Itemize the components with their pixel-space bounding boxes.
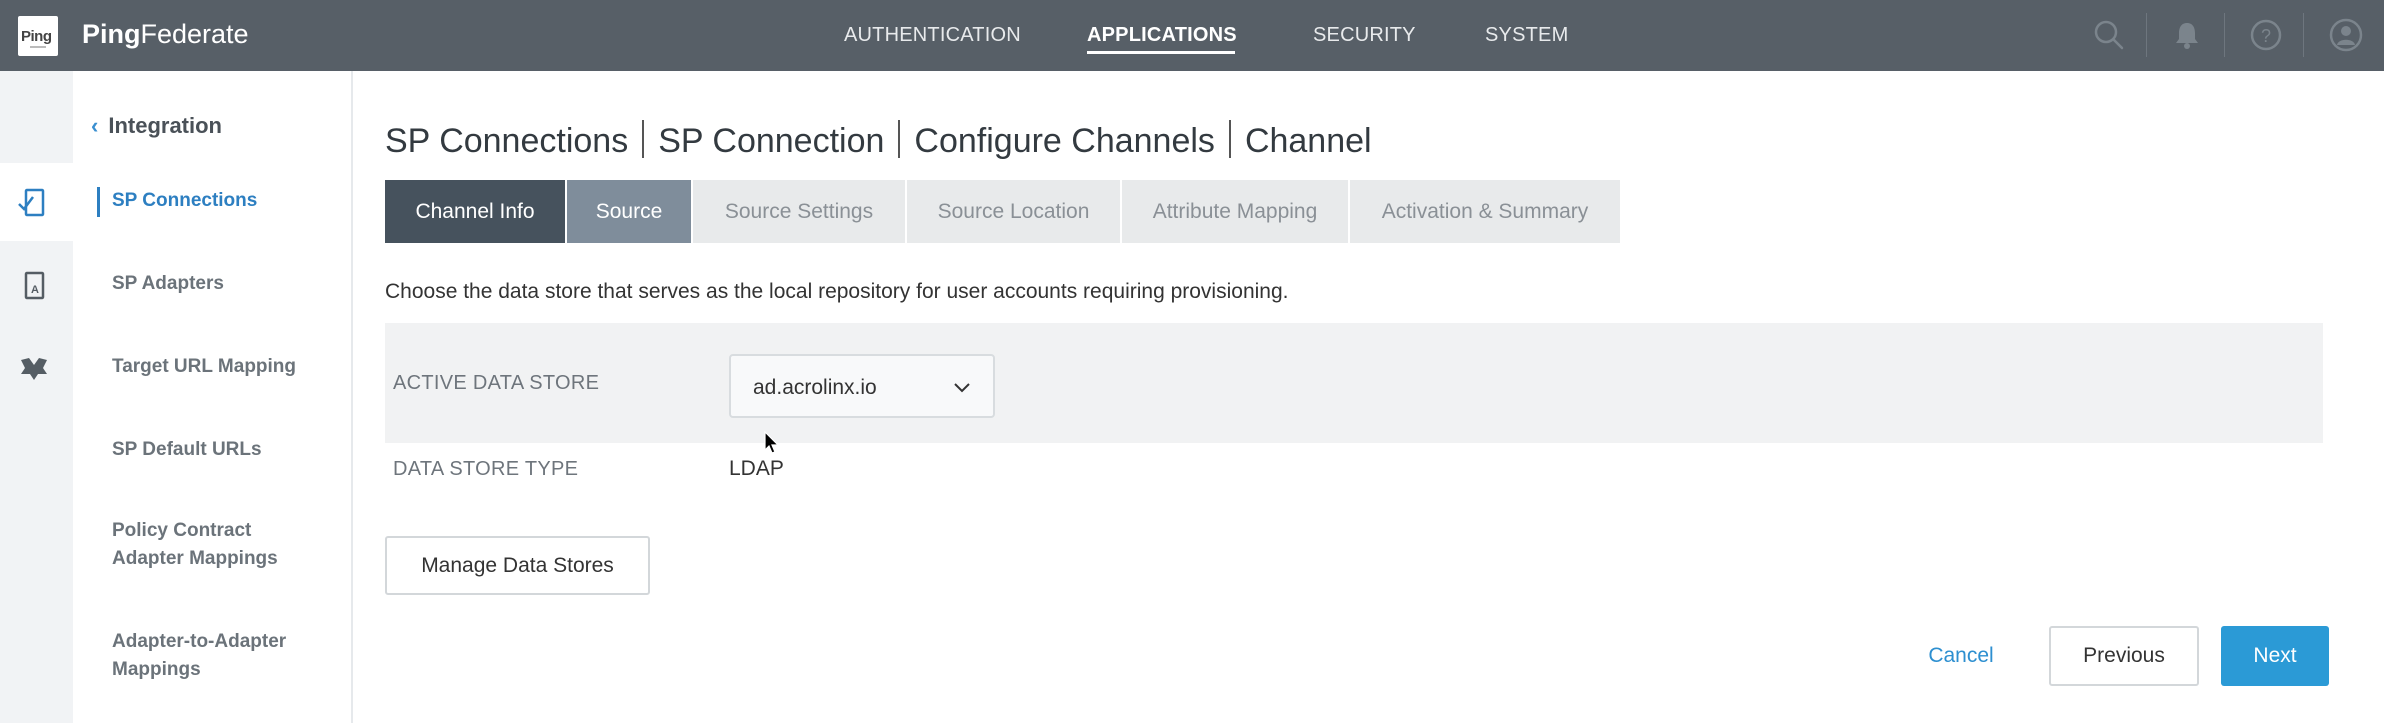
select-value: ad.acrolinx.io [753,376,877,399]
svg-text:?: ? [2261,26,2271,46]
breadcrumb-item[interactable]: SP Connections [385,122,628,160]
breadcrumb-item[interactable]: Configure Channels [914,122,1215,160]
sidebar-item-sp-default-urls[interactable]: SP Default URLs [112,436,262,464]
sidebar: ‹ Integration SP Connections SP Adapters … [73,71,353,723]
tab-source-location: Source Location [907,180,1120,243]
header-divider [2224,13,2225,57]
brand-light: Federate [140,19,249,49]
cancel-button[interactable]: Cancel [1906,627,2016,685]
tab-activation-summary: Activation & Summary [1350,180,1620,243]
chevron-left-icon: ‹ [91,113,99,138]
ping-logo[interactable]: Ping [18,16,58,56]
logo-text: Ping [21,28,52,45]
nav-security[interactable]: SECURITY [1313,24,1416,47]
nav-system[interactable]: SYSTEM [1485,24,1568,47]
manage-data-stores-button[interactable]: Manage Data Stores [385,536,650,595]
breadcrumb-current: Channel [1244,122,1372,160]
active-data-store-row [385,323,2323,443]
nav-authentication[interactable]: AUTHENTICATION [844,24,1021,47]
sidebar-title: Integration [108,113,222,138]
nav-active-indicator [1087,51,1235,54]
sidebar-item-adapter-to-adapter-mappings[interactable]: Adapter-to-Adapter Mappings [112,628,312,684]
icon-rail: A [0,71,73,723]
federation-icon[interactable] [16,350,52,386]
mouse-cursor-icon [764,431,780,454]
sp-connection-icon[interactable] [16,184,52,220]
breadcrumb-separator [898,120,901,158]
back-to-integration[interactable]: ‹ Integration [91,113,222,139]
breadcrumb-item[interactable]: SP Connection [658,122,884,160]
previous-button[interactable]: Previous [2049,626,2199,686]
sidebar-item-sp-connections[interactable]: SP Connections [112,187,257,215]
next-button[interactable]: Next [2221,626,2329,686]
tab-attribute-mapping: Attribute Mapping [1122,180,1348,243]
svg-text:A: A [31,284,39,296]
tab-channel-info[interactable]: Channel Info [385,180,565,243]
breadcrumb-separator [642,120,645,158]
data-store-type-value: LDAP [729,457,784,480]
sidebar-item-sp-adapters[interactable]: SP Adapters [112,270,224,298]
sidebar-active-indicator [97,187,100,217]
tab-source[interactable]: Source [567,180,691,243]
nav-applications[interactable]: APPLICATIONS [1087,24,1237,47]
top-navigation-bar: Ping PingFederate AUTHENTICATION APPLICA… [0,0,2384,71]
active-data-store-select[interactable]: ad.acrolinx.io [729,354,995,418]
breadcrumb-separator [1228,120,1231,158]
sidebar-item-policy-contract-adapter-mappings[interactable]: Policy Contract Adapter Mappings [112,517,312,573]
active-data-store-label: ACTIVE DATA STORE [393,372,600,394]
brand-bold: Ping [82,19,141,49]
product-name: PingFederate [82,19,249,50]
chevron-down-icon [954,383,970,393]
sidebar-item-target-url-mapping[interactable]: Target URL Mapping [112,353,296,381]
data-store-type-label: DATA STORE TYPE [393,458,579,480]
user-icon[interactable] [2328,17,2364,53]
sp-adapter-icon[interactable]: A [16,267,52,303]
page-description: Choose the data store that serves as the… [385,280,1289,303]
bell-icon[interactable] [2169,17,2205,53]
logo-underline [30,46,46,48]
breadcrumb: SP Connections SP Connection Configure Cha… [385,120,1372,161]
search-icon[interactable] [2091,17,2127,53]
help-icon[interactable]: ? [2248,17,2284,53]
header-divider [2146,13,2147,57]
header-divider [2303,13,2304,57]
wizard-tabs: Channel Info Source Source Settings Sour… [385,180,1622,243]
tab-source-settings: Source Settings [693,180,905,243]
